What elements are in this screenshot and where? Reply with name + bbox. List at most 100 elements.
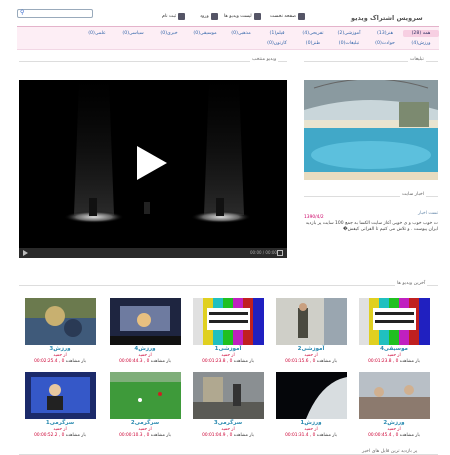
video-card[interactable]: آموزشی2 از حمید بار مشاهده 0 , 00:01:15.6 (273, 298, 349, 368)
views-count: 0 (146, 359, 150, 364)
video-card[interactable]: سرگرمی1 از حمید بار مشاهده 0 , 00:00:52.2 (22, 372, 98, 442)
nav-register[interactable]: ثبت نام (162, 12, 186, 20)
video-title[interactable]: ورزش4 (107, 346, 183, 352)
category-link[interactable]: علمی(0) (79, 30, 115, 37)
home-icon (297, 12, 305, 20)
video-card[interactable]: ورزش2 از حمید بار مشاهده 0 , 00:00:45.4 (356, 372, 432, 442)
video-card[interactable]: آموزشی1 از حمید بار مشاهده 0 , 00:01:23.8 (190, 298, 266, 368)
site-logo[interactable]: سرویس اشتراک ویدیو (351, 14, 423, 22)
news-section-title: اخبار سایت (400, 192, 427, 197)
views-count: 0 (229, 433, 233, 438)
play-icon[interactable] (137, 146, 167, 180)
video-card[interactable]: ورزش3 از حمید بار مشاهده 0 , 00:02:25.4 (22, 298, 98, 368)
video-title[interactable]: ورزش2 (356, 420, 432, 426)
search-icon[interactable]: ⚲ (20, 10, 26, 16)
video-card[interactable]: سرگرمی2 از حمید بار مشاهده 0 , 00:00:10.3 (107, 372, 183, 442)
video-duration: 00:00:52.2 (34, 433, 58, 438)
login-icon (210, 12, 218, 20)
play-small-icon[interactable] (23, 250, 28, 256)
video-duration: 00:01:04.9 (202, 433, 226, 438)
video-title[interactable]: آموزشی2 (273, 346, 349, 352)
thumb-planet[interactable] (276, 372, 347, 419)
nav-video-list[interactable]: لیست ویدیو ها (224, 12, 261, 20)
video-duration: 00:01:23.8 (202, 359, 226, 364)
category-link[interactable]: آموزشی(2) (331, 30, 367, 37)
views-label: بار مشاهده (316, 433, 337, 438)
latest-videos-title: آخرین ویدیو ها (395, 281, 428, 286)
ad-banner[interactable] (304, 80, 438, 180)
views-label: بار مشاهده (150, 433, 171, 438)
nav-login[interactable]: ورود (200, 12, 218, 20)
video-card[interactable]: ورزش1 از حمید بار مشاهده 0 , 00:01:31.4 (273, 372, 349, 442)
video-author: از حمید (138, 427, 152, 432)
category-link[interactable]: فیلم(1) (259, 30, 295, 37)
video-duration: 00:01:15.6 (285, 359, 309, 364)
fullscreen-icon[interactable] (277, 250, 283, 256)
register-icon (178, 12, 186, 20)
player-time: 00:00 / 00:00 (250, 250, 277, 255)
thumb-sport-crowd[interactable] (25, 298, 96, 345)
views-count: 0 (395, 433, 399, 438)
thumb-test-card[interactable] (193, 298, 264, 345)
thumb-sport-night[interactable] (110, 298, 181, 345)
category-link[interactable]: تفریحی(4) (295, 30, 331, 37)
views-count: 0 (61, 359, 65, 364)
thumb-soccer[interactable] (110, 372, 181, 419)
featured-title: ویدیو منتخب (250, 57, 279, 62)
category-link[interactable]: ورزش(4) (403, 40, 439, 47)
thumb-person-room[interactable] (276, 298, 347, 345)
thumb-street[interactable] (193, 372, 264, 419)
divider (19, 285, 438, 286)
category-link[interactable]: همه (28) (403, 30, 439, 37)
video-meta: بار مشاهده 0 , 00:00:52.2 (34, 433, 86, 438)
category-link[interactable]: مذهبی(0) (223, 30, 259, 37)
views-count: 0 (229, 359, 233, 364)
video-meta: بار مشاهده 0 , 00:00:45.4 (368, 433, 420, 438)
video-title[interactable]: سرگرمی1 (22, 420, 98, 426)
thumb-tv-show[interactable] (25, 372, 96, 419)
category-link[interactable]: موسیقی(0) (187, 30, 223, 37)
views-label: بار مشاهده (399, 359, 420, 364)
video-duration: 00:01:31.4 (285, 433, 309, 438)
category-link[interactable]: حوادث(0) (367, 40, 403, 47)
views-label: بار مشاهده (150, 359, 171, 364)
video-title[interactable]: آموزشی1 (190, 346, 266, 352)
video-author: از حمید (387, 427, 401, 432)
video-title[interactable]: ورزش3 (22, 346, 98, 352)
video-title[interactable]: سرگرمی2 (107, 420, 183, 426)
ads-title: تبلیغات (408, 57, 426, 62)
video-card[interactable]: سرگرمی3 از حمید بار مشاهده 0 , 00:01:04.9 (190, 372, 266, 442)
thumb-crowd-site[interactable] (359, 372, 430, 419)
video-meta: بار مشاهده 0 , 00:01:31.4 (285, 433, 337, 438)
video-title[interactable]: سرگرمی3 (190, 420, 266, 426)
nav-home[interactable]: صفحه نخست (270, 12, 305, 20)
search-input[interactable] (17, 9, 93, 18)
video-author: از حمید (304, 427, 318, 432)
category-link[interactable]: تبلیغات(0) (331, 40, 367, 47)
category-link[interactable]: طنز(0) (295, 40, 331, 47)
news-date: 1390/4/2 (304, 215, 324, 220)
category-link[interactable]: خبری(0) (151, 30, 187, 37)
video-title[interactable]: ورزش1 (273, 420, 349, 426)
divider (19, 61, 287, 62)
video-duration: 00:00:44.3 (119, 359, 143, 364)
video-player[interactable] (19, 80, 287, 258)
video-meta: بار مشاهده 0 , 00:01:23.8 (202, 359, 254, 364)
video-duration: 00:00:10.3 (119, 433, 143, 438)
video-duration: 00:02:25.4 (34, 359, 58, 364)
category-link[interactable]: هنر(13) (367, 30, 403, 37)
video-title[interactable]: موسیقی4 (356, 346, 432, 352)
news-title[interactable]: تست اخبار (418, 211, 438, 216)
category-link[interactable]: سیاسی(0) (115, 30, 151, 37)
video-author: از حمید (221, 353, 235, 358)
list-icon (253, 12, 261, 20)
video-author: از حمید (53, 353, 67, 358)
video-card[interactable]: ورزش4 از حمید بار مشاهده 0 , 00:00:44.3 (107, 298, 183, 368)
views-label: بار مشاهده (316, 359, 337, 364)
category-link[interactable]: کارتون(0) (259, 40, 295, 47)
thumb-test-card[interactable] (359, 298, 430, 345)
views-count: 0 (395, 359, 399, 364)
video-card[interactable]: موسیقی4 از حمید بار مشاهده 0 , 00:01:23.8 (356, 298, 432, 368)
views-label: بار مشاهده (399, 433, 420, 438)
video-author: از حمید (221, 427, 235, 432)
